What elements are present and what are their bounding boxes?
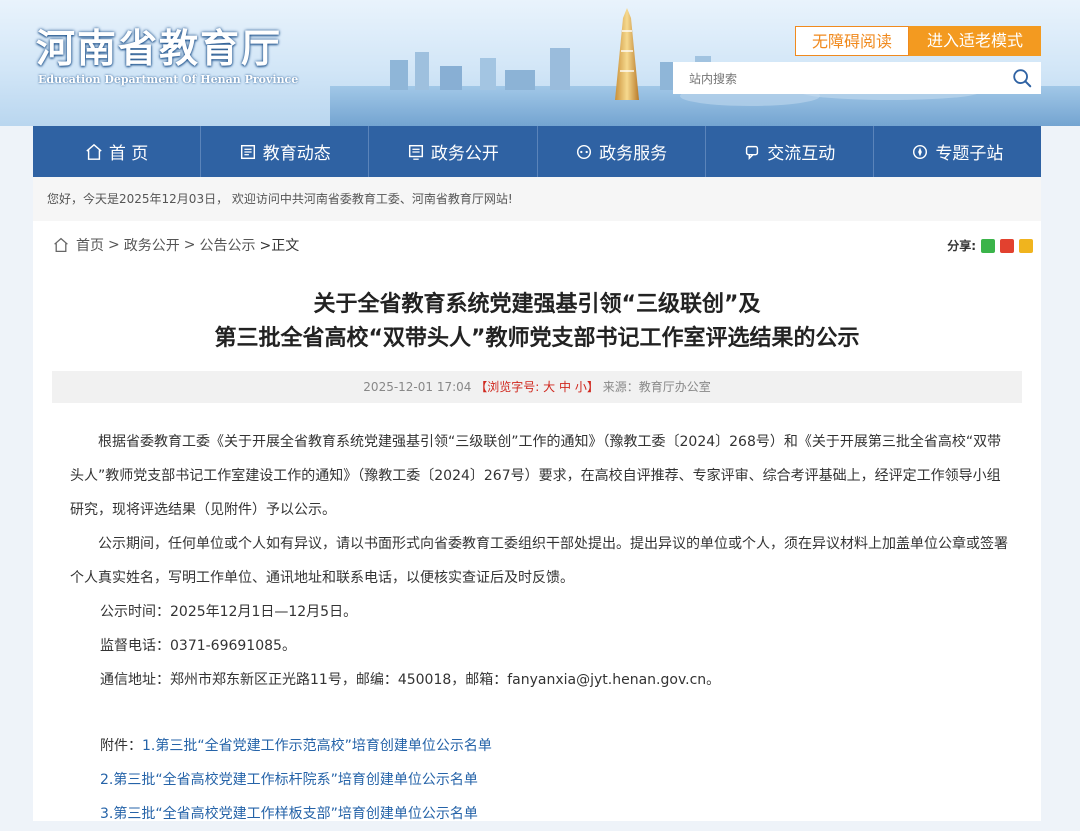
chat-icon [746,145,759,160]
article-source: 来源：教育厅办公室 [602,380,711,394]
nav-item-interaction[interactable]: 交流互动 [706,126,874,177]
site-logo-title[interactable]: 河南省教育厅 [36,18,282,74]
document-icon [408,144,423,160]
home-icon [86,143,102,160]
article-title-line1: 关于全省教育系统党建强基引领“三级联创”及 [313,292,761,317]
publish-date: 2025-12-01 17:04 [363,380,472,394]
breadcrumb: 首页 > 政务公开 > 公告公示 >正文 [53,235,299,255]
breadcrumb-current: >正文 [259,238,300,254]
attachment-link-3[interactable]: 3.第三批“全省高校党建工作样板支部”培育创建单位公示名单 [100,806,478,822]
attachment-row: 3.第三批“全省高校党建工作样板支部”培育创建单位公示名单 [70,797,1010,831]
site-search-box [673,62,1041,96]
article-title: 关于全省教育系统党建强基引领“三级联创”及 第三批全省高校“双带头人”教师党支部… [33,288,1041,356]
font-size-medium[interactable]: 中 [559,380,571,394]
article-paragraph: 根据省委教育工委《关于开展全省教育系统党建强基引领“三级联创”工作的通知》（豫教… [70,434,1002,518]
attachment-row: 2.第三批“全省高校党建工作标杆院系”培育创建单位公示名单 [70,763,1010,797]
service-icon [577,144,592,159]
breadcrumb-government-affairs-link[interactable]: 政务公开 [124,235,180,255]
announcement-period: 公示时间：2025年12月1日—12月5日。 [100,604,358,620]
article-title-line2: 第三批全省高校“双带头人”教师党支部书记工作室评选结果的公示 [214,326,860,351]
welcome-text: 您好，今天是2025年12月03日， 欢迎访问中共河南省委教育工委、河南省教育厅… [47,192,513,206]
nav-item-education-news[interactable]: 教育动态 [201,126,370,177]
nav-label: 教育动态 [262,144,331,164]
nav-label: 首 页 [108,144,149,164]
contact-address: 通信地址：郑州市郑东新区正光路11号，邮编：450018，邮箱：fanyanxi… [100,672,721,688]
site-logo-subtitle: Education Department Of Henan Province [38,73,299,86]
search-input[interactable] [687,62,1001,96]
compass-icon [913,144,928,159]
nav-label: 政务公开 [430,144,499,164]
weibo-share-icon[interactable] [1000,238,1014,253]
font-size-large[interactable]: 大 [543,380,555,394]
attachment-label: 附件： [100,738,142,754]
wechat-share-icon[interactable] [981,238,995,253]
attachment-link-2[interactable]: 2.第三批“全省高校党建工作标杆院系”培育创建单位公示名单 [100,772,478,788]
home-icon [54,237,68,253]
supervision-phone: 监督电话：0371-69691085。 [100,638,296,654]
main-navigation: 首 页 教育动态 政务公开 政务服务 交流互动 专题子站 [33,126,1041,177]
attachment-link-1[interactable]: 1.第三批“全省党建工作示范高校”培育创建单位公示名单 [142,738,492,754]
search-icon[interactable] [1011,67,1033,89]
welcome-bar: 您好，今天是2025年12月03日， 欢迎访问中共河南省委教育工委、河南省教育厅… [33,177,1041,221]
article-container: 首页 > 政务公开 > 公告公示 >正文 分享: 关于全省教育系统党建强基引领“… [33,221,1041,822]
article-meta: 2025-12-01 17:04 【浏览字号: 大 中 小】 来源：教育厅办公室 [52,371,1022,403]
nav-item-government-affairs[interactable]: 政务公开 [369,126,538,177]
site-header: 河南省教育厅 Education Department Of Henan Pro… [0,0,1080,126]
nav-label: 政务服务 [599,144,668,164]
accessibility-reading-button[interactable]: 无障碍阅读 [795,26,909,56]
share-bar: 分享: [947,237,1033,254]
breadcrumb-home-link[interactable]: 首页 [76,235,104,255]
font-size-small[interactable]: 小 [575,380,587,394]
breadcrumb-announcements-link[interactable]: 公告公示 [199,235,255,255]
nav-item-government-services[interactable]: 政务服务 [538,126,706,177]
nav-item-special-sites[interactable]: 专题子站 [874,126,1041,177]
font-size-label: 【浏览字号: [475,380,540,394]
breadcrumb-separator: > [108,237,120,253]
elderly-mode-button[interactable]: 进入适老模式 [909,26,1041,56]
article-body: 根据省委教育工委《关于开展全省教育系统党建强基引领“三级联创”工作的通知》（豫教… [70,425,1010,831]
nav-label: 交流互动 [767,144,836,164]
news-icon [240,144,255,159]
breadcrumb-separator: > [183,237,196,253]
article-paragraph: 公示期间，任何单位或个人如有异议，请以书面形式向省委教育工委组织干部处提出。提出… [70,536,1008,586]
nav-label: 专题子站 [935,144,1004,164]
share-label: 分享: [947,239,976,253]
qq-share-icon[interactable] [1019,238,1033,253]
attachment-row: 附件：1.第三批“全省党建工作示范高校”培育创建单位公示名单 [70,729,1010,763]
font-size-label-close: 】 [586,380,599,394]
nav-item-home[interactable]: 首 页 [33,126,202,177]
